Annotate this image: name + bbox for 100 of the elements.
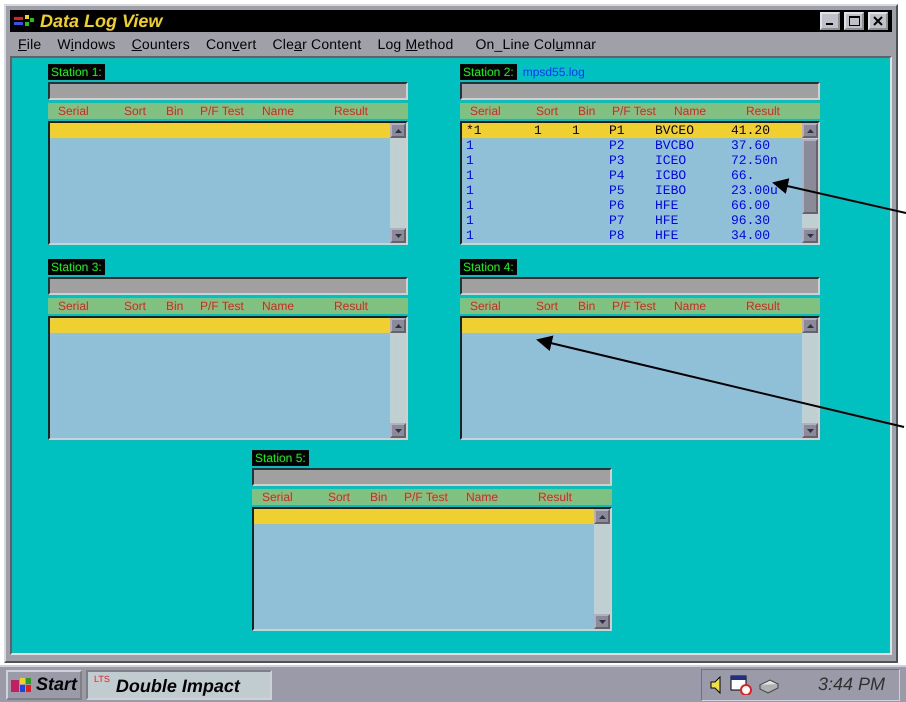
scroll-down-icon[interactable] bbox=[802, 423, 818, 438]
scroll-down-icon[interactable] bbox=[390, 423, 406, 438]
windows-logo-icon bbox=[11, 676, 33, 694]
scrollbar[interactable] bbox=[390, 123, 406, 243]
test-cell-text: P2 bbox=[609, 138, 626, 153]
menu-item[interactable]: Counters bbox=[132, 36, 190, 52]
column-header: P/F Test bbox=[200, 104, 245, 118]
maximize-icon bbox=[848, 16, 860, 26]
scroll-up-icon[interactable] bbox=[390, 123, 406, 138]
column-header: Serial bbox=[58, 104, 90, 118]
column-header: Sort bbox=[328, 490, 352, 504]
name-cell-text: ICEO bbox=[655, 153, 688, 168]
station-label: Station 5: bbox=[252, 450, 309, 466]
menu-item[interactable]: Convert bbox=[206, 36, 256, 52]
column-header: Serial bbox=[58, 299, 90, 313]
log-list[interactable]: *1 1 1 P1 BVCEO 41.20 1 P2 BVCBO 37.60 1 P3 ICEO 72.50n 1 P4 ICBO 66. 1 P5 IEBO 23.00u 1 P6 HFE 66.00 1 P7 HFE 96.30 1 P8 HFE 34.00 bbox=[460, 121, 820, 245]
taskbar-button[interactable]: LTS Double Impact bbox=[86, 670, 272, 700]
log-row[interactable]: *1 1 1 P1 BVCEO 41.20 bbox=[462, 123, 802, 138]
scroll-down-icon[interactable] bbox=[594, 614, 610, 629]
scroll-up-icon[interactable] bbox=[594, 509, 610, 524]
column-header: P/F Test bbox=[404, 490, 449, 504]
column-header: Result bbox=[334, 104, 370, 118]
minimize-button[interactable] bbox=[820, 12, 840, 30]
menu-item[interactable]: File bbox=[18, 36, 42, 52]
log-list[interactable] bbox=[48, 121, 408, 245]
scrollbar[interactable] bbox=[802, 123, 818, 243]
log-row[interactable]: 1 P5 IEBO 23.00u bbox=[462, 183, 802, 198]
result-cell-text: 72.50n bbox=[731, 153, 779, 168]
menu-item[interactable]: Windows bbox=[57, 36, 116, 52]
maximize-button[interactable] bbox=[844, 12, 864, 30]
close-button[interactable] bbox=[868, 12, 888, 30]
log-list[interactable] bbox=[48, 316, 408, 440]
column-header: Name bbox=[674, 104, 708, 118]
bin-cell-text: 1 bbox=[572, 123, 581, 138]
scrollbar[interactable] bbox=[390, 318, 406, 438]
result-cell-text: 96.30 bbox=[731, 213, 772, 228]
calendar-icon[interactable] bbox=[730, 674, 752, 694]
scroll-thumb[interactable] bbox=[802, 139, 818, 214]
scroll-down-icon[interactable] bbox=[390, 228, 406, 243]
scroll-up-icon[interactable] bbox=[390, 318, 406, 333]
log-row[interactable]: 1 P3 ICEO 72.50n bbox=[462, 153, 802, 168]
test-cell-text: P6 bbox=[609, 198, 626, 213]
result-cell-text: 66.00 bbox=[731, 198, 772, 213]
scrollbar[interactable] bbox=[802, 318, 818, 438]
column-header: Name bbox=[466, 490, 500, 504]
column-header: Result bbox=[746, 299, 782, 313]
scroll-up-icon[interactable] bbox=[802, 123, 818, 138]
start-button[interactable]: Start bbox=[6, 670, 82, 700]
station-label: Station 1: bbox=[48, 64, 105, 80]
serial-cell-text: 1 bbox=[466, 183, 475, 198]
name-cell-text: IEBO bbox=[655, 183, 688, 198]
name-cell-text: HFE bbox=[655, 228, 680, 243]
serial-cell-text: 1 bbox=[466, 168, 475, 183]
name-cell-text: ICBO bbox=[655, 168, 688, 183]
column-header: P/F Test bbox=[612, 299, 657, 313]
log-list[interactable] bbox=[252, 507, 612, 631]
menu-item[interactable]: On_Line Columnar bbox=[475, 36, 596, 52]
log-row[interactable]: 1 P7 HFE 96.30 bbox=[462, 213, 802, 228]
close-icon bbox=[873, 16, 883, 26]
column-header: Sort bbox=[124, 299, 148, 313]
serial-cell-text: 1 bbox=[466, 228, 475, 243]
test-cell-text: P8 bbox=[609, 228, 626, 243]
serial-cell-text: 1 bbox=[466, 213, 475, 228]
log-list[interactable] bbox=[460, 316, 820, 440]
column-header: Result bbox=[334, 299, 370, 313]
serial-cell-text: 1 bbox=[466, 138, 475, 153]
column-header: Sort bbox=[536, 104, 560, 118]
app-logo-icon bbox=[14, 14, 36, 28]
column-header: Result bbox=[746, 104, 782, 118]
column-header: Serial bbox=[262, 490, 294, 504]
test-cell-text: P4 bbox=[609, 168, 626, 183]
column-header: Bin bbox=[166, 299, 184, 313]
scroll-down-icon[interactable] bbox=[802, 228, 818, 243]
menu-item[interactable]: Clear Content bbox=[272, 36, 362, 52]
serial-cell-text: *1 bbox=[466, 123, 483, 138]
clock: 3:44 PM bbox=[818, 674, 885, 695]
log-row[interactable]: 1 P2 BVCBO 37.60 bbox=[462, 138, 802, 153]
scroll-up-icon[interactable] bbox=[802, 318, 818, 333]
log-file-name: mpsd55.log bbox=[522, 65, 585, 79]
log-row[interactable]: 1 P8 HFE 34.00 bbox=[462, 228, 802, 243]
menu-item[interactable]: Log Method bbox=[377, 36, 454, 52]
column-header: Sort bbox=[536, 299, 560, 313]
test-cell-text: P3 bbox=[609, 153, 626, 168]
name-cell-text: BVCBO bbox=[655, 138, 696, 153]
result-cell-text: 37.60 bbox=[731, 138, 772, 153]
column-header: Serial bbox=[470, 104, 502, 118]
column-header: Name bbox=[674, 299, 708, 313]
column-header: P/F Test bbox=[200, 299, 245, 313]
test-cell-text: P5 bbox=[609, 183, 626, 198]
name-cell-text: HFE bbox=[655, 213, 680, 228]
serial-cell-text: 1 bbox=[466, 153, 475, 168]
column-header: P/F Test bbox=[612, 104, 657, 118]
log-row[interactable]: 1 P4 ICBO 66. bbox=[462, 168, 802, 183]
sort-cell-text: 1 bbox=[534, 123, 543, 138]
scrollbar[interactable] bbox=[594, 509, 610, 629]
station-label: Station 3: bbox=[48, 259, 105, 275]
station-label: Station 2: bbox=[460, 64, 517, 80]
result-cell-text: 41.20 bbox=[731, 123, 772, 138]
window-title: Data Log View bbox=[40, 10, 164, 32]
log-row[interactable]: 1 P6 HFE 66.00 bbox=[462, 198, 802, 213]
